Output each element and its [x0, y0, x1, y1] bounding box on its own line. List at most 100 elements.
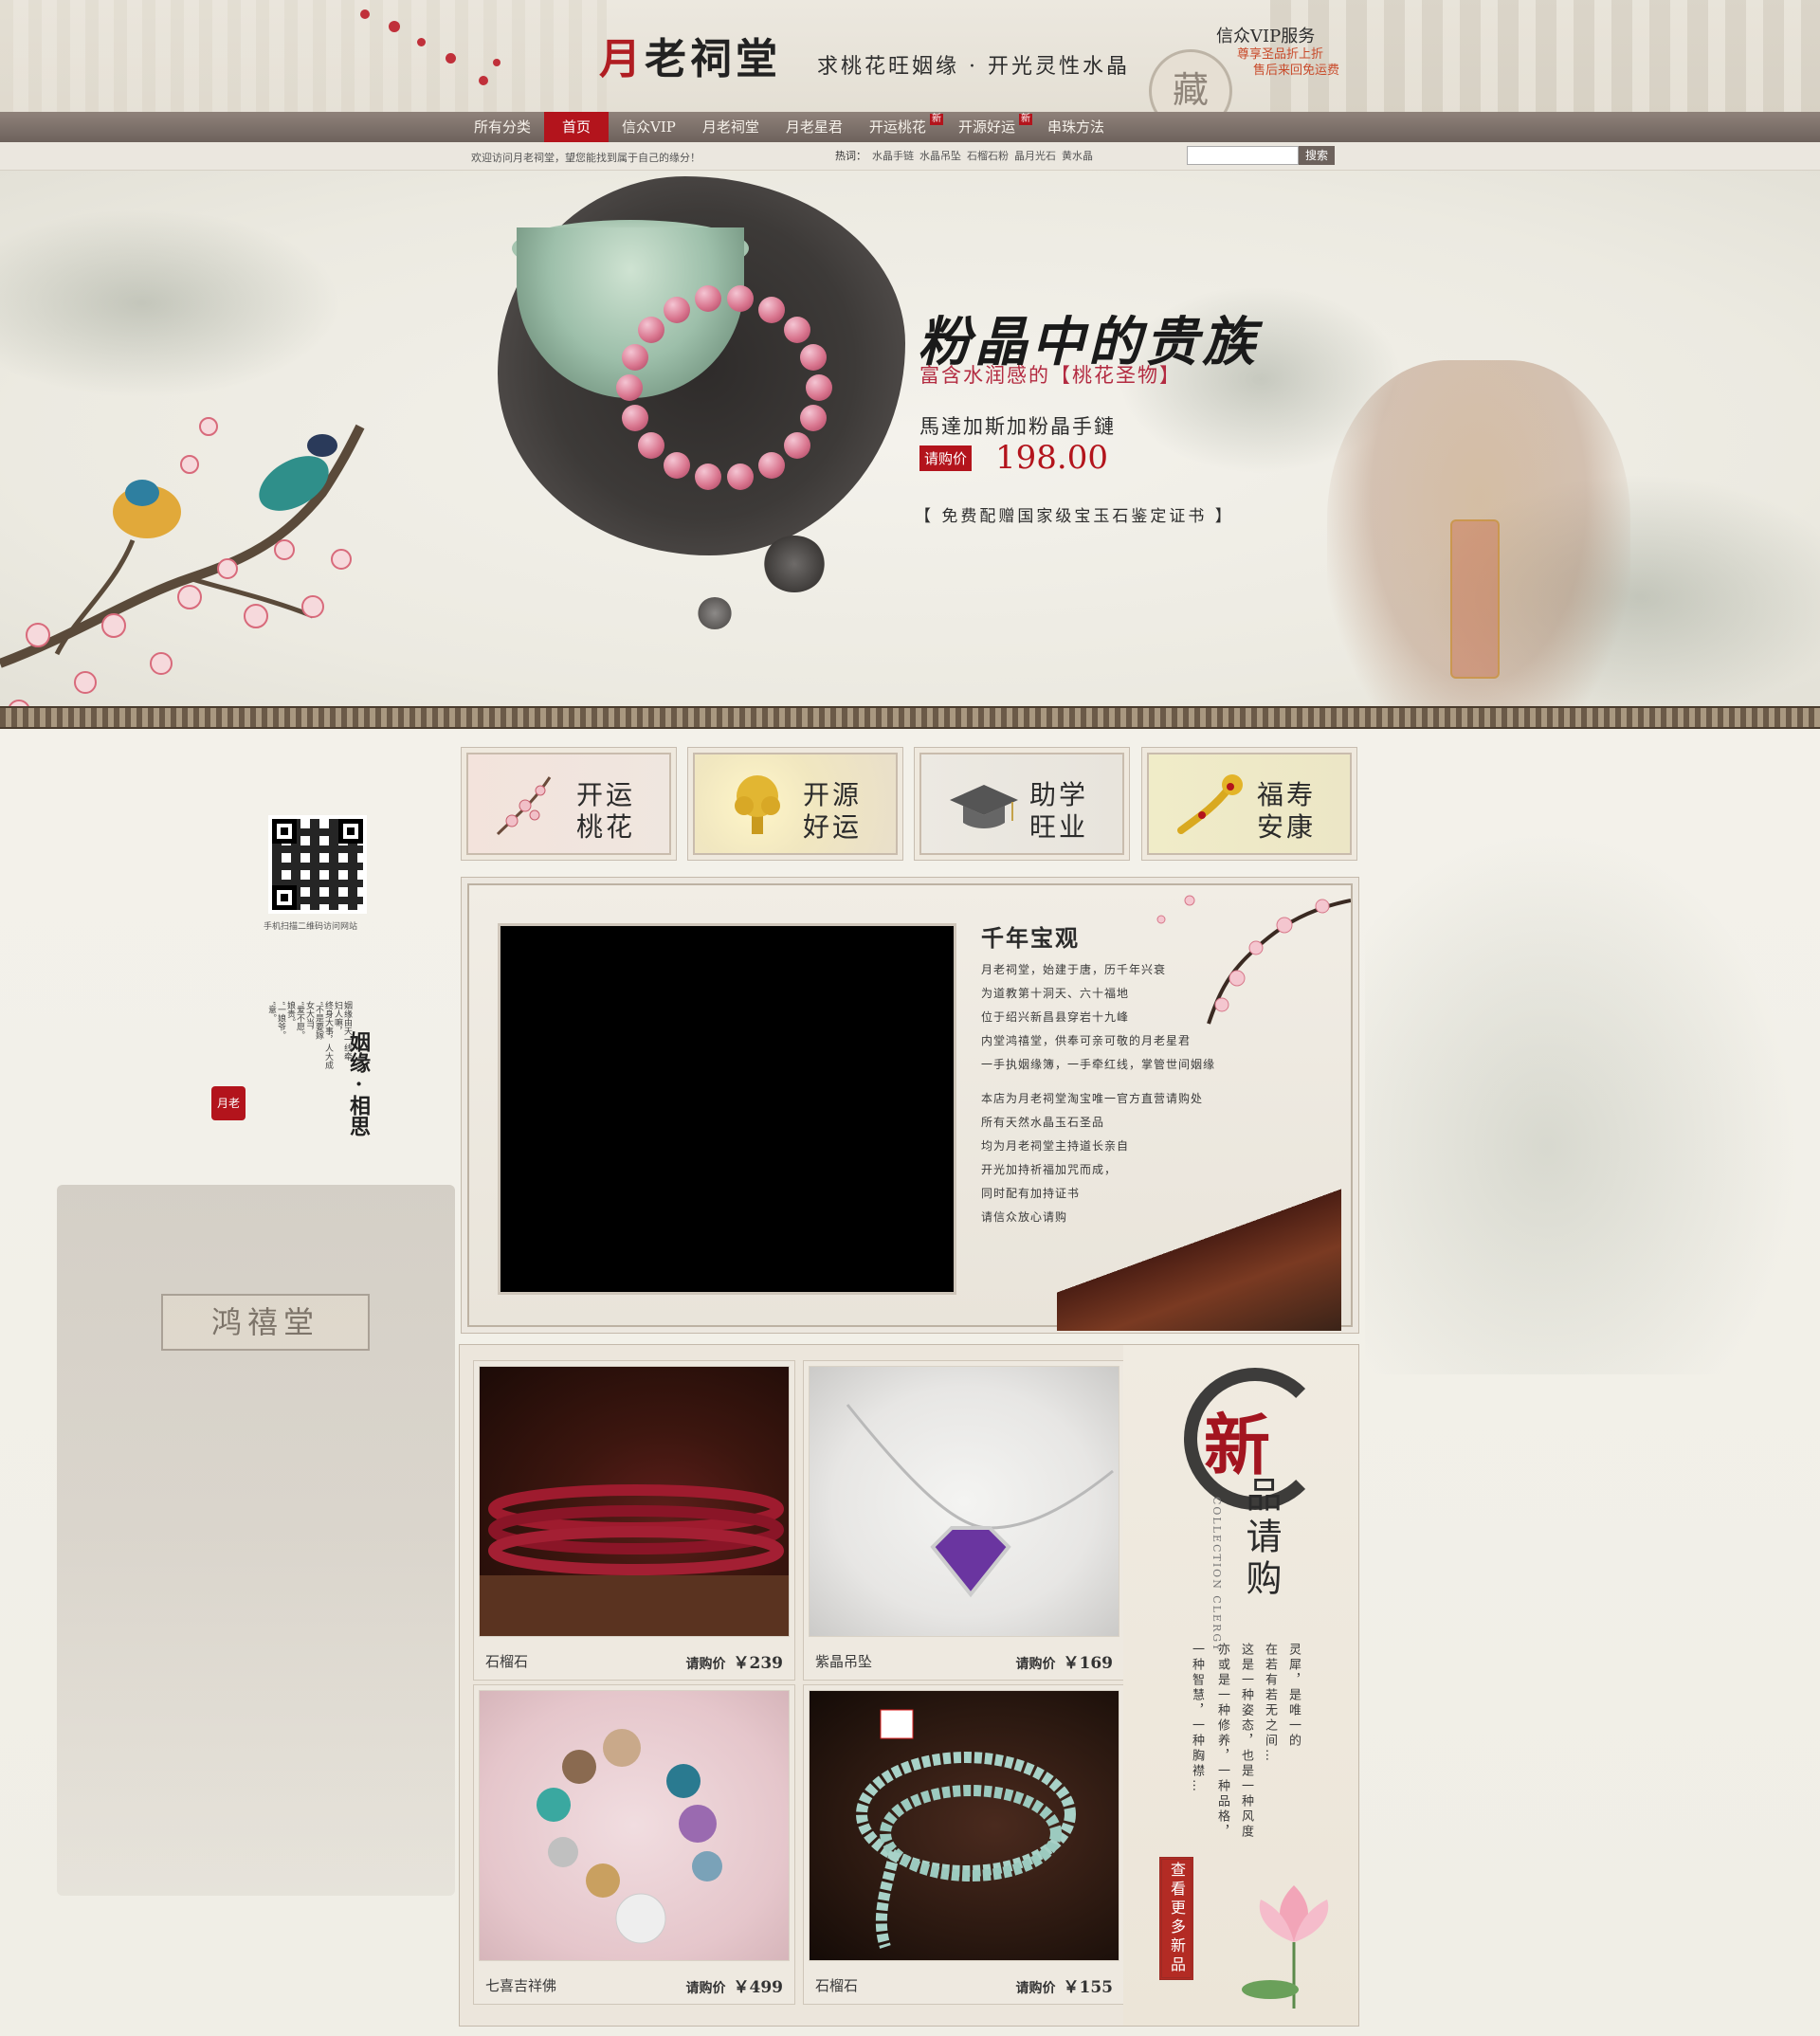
main-nav: 所有分类 首页 信众VIP 月老祠堂 月老星君 开运桃花新 开源好运新 串珠方法: [0, 112, 1820, 142]
product-price: ￥499: [733, 1977, 784, 1997]
aquamarine-beads-illustration: [856, 1709, 1076, 1949]
red-seal-icon: 月老: [211, 1086, 246, 1120]
hot-words-label: 热词：: [835, 150, 866, 162]
nav-item-temple[interactable]: 月老祠堂: [689, 112, 773, 142]
product-name: 石榴石: [815, 1976, 859, 1994]
bracelet-bead: [638, 432, 665, 460]
tile-label: 助学 旺业: [1029, 779, 1088, 844]
graduation-cap-icon: [950, 785, 1018, 828]
tile-label: 开运 桃花: [576, 779, 635, 844]
nav-label: 所有分类: [474, 118, 532, 136]
nav-label: 开源好运: [957, 118, 1015, 136]
header-ornament-left: [0, 0, 607, 112]
hot-word-link[interactable]: 石榴石粉: [967, 148, 1009, 163]
plum-branch-birds-illustration: [0, 417, 365, 707]
product-name: 紫晶吊坠: [815, 1652, 873, 1670]
banner-price-label: 请购价: [919, 445, 973, 471]
category-tile-longevity[interactable]: 福寿 安康: [1141, 747, 1357, 861]
plum-blossom-icon: [479, 76, 488, 85]
category-tile-peach-blossom[interactable]: 开运 桃花: [461, 747, 677, 861]
nav-label: 信众VIP: [622, 118, 676, 136]
money-tree-icon: [735, 775, 780, 834]
new-badge: 新: [1018, 114, 1032, 125]
product-card[interactable]: 七喜吉祥佛 请购价 ￥499: [473, 1684, 795, 2005]
category-tile-study-career[interactable]: 助学 旺业: [914, 747, 1130, 861]
video-player[interactable]: [498, 923, 956, 1295]
heritage-section: 千年宝观 月老祠堂，始建于唐，历千年兴衰 为道教第十洞天、六十福地 位于绍兴新昌…: [461, 877, 1359, 1334]
heritage-text-line: 内堂鸿禧堂，供奉可亲可敬的月老星君: [981, 1034, 1192, 1047]
verse-column: 一种智慧，一种胸襟…: [1190, 1643, 1204, 1794]
nav-item-good-luck[interactable]: 开源好运新: [945, 112, 1034, 142]
hot-word-link[interactable]: 晶月光石: [1014, 148, 1056, 163]
lotus-icon: [1242, 1885, 1329, 2009]
search-input[interactable]: [1187, 146, 1299, 165]
search-button[interactable]: 搜索: [1299, 146, 1335, 165]
price-label: 请购价: [685, 1980, 726, 1996]
verse-column: 在若有若无之间…: [1263, 1643, 1277, 1764]
product-card[interactable]: 石榴石 请购价 ￥155: [803, 1684, 1125, 2005]
site-logo[interactable]: 月老祠堂: [599, 25, 781, 85]
heritage-frame: 千年宝观 月老祠堂，始建于唐，历千年兴衰 为道教第十洞天、六十福地 位于绍兴新昌…: [467, 883, 1353, 1331]
tile-label-line: 好运: [802, 811, 862, 843]
product-meta: 石榴石 请购价 ￥155: [815, 1974, 1114, 1997]
heritage-text-line: 月老祠堂，始建于唐，历千年兴衰: [981, 963, 1167, 976]
verse-column: 亦或是一种修养，一种品格，: [1215, 1643, 1229, 1840]
nav-item-beading-method[interactable]: 串珠方法: [1034, 112, 1118, 142]
heritage-text-line: 本店为月老祠堂淘宝唯一官方直营请购处: [981, 1092, 1204, 1105]
tile-label-line: 开运: [575, 779, 635, 810]
nav-label: 首页: [562, 118, 592, 136]
banner-price: 198.00: [995, 439, 1108, 477]
tile-frame: 开运 桃花: [466, 753, 671, 855]
price-label: 请购价: [685, 1656, 726, 1672]
amethyst-pendant-illustration: [846, 1404, 1114, 1598]
price-label: 请购价: [1015, 1980, 1056, 1996]
ink-drop: [763, 536, 826, 592]
product-price: ￥155: [1063, 1977, 1114, 1997]
heritage-title: 千年宝观: [981, 924, 1080, 952]
tile-label: 福寿 安康: [1257, 779, 1316, 844]
product-photo-garnet-bracelet: [479, 1366, 790, 1637]
nav-label: 开运桃花: [868, 118, 926, 136]
bracelet-bead: [758, 296, 785, 323]
plum-blossom-icon: [493, 59, 500, 66]
product-card[interactable]: 紫晶吊坠 请购价 ￥169: [803, 1360, 1125, 1681]
hot-word-link[interactable]: 水晶吊坠: [919, 148, 961, 163]
product-name: 七喜吉祥佛: [485, 1976, 557, 1994]
ink-drop: [698, 597, 732, 629]
hot-word-link[interactable]: 黄水晶: [1062, 148, 1093, 163]
mountain-decoration: [1365, 806, 1820, 1374]
ruyi-scepter-icon: [1177, 774, 1243, 834]
nav-item-yuelao[interactable]: 月老星君: [773, 112, 856, 142]
banner-bottom-border: [0, 706, 1820, 729]
category-tile-good-fortune[interactable]: 开源 好运: [687, 747, 903, 861]
banner-subtitle: 富含水润感的【桃花圣物】: [919, 364, 1181, 387]
nav-items: 所有分类 首页 信众VIP 月老祠堂 月老星君 开运桃花新 开源好运新 串珠方法: [461, 112, 1118, 142]
tile-label: 开源 好运: [803, 779, 862, 844]
tile-label-line: 助学: [1028, 779, 1088, 810]
bracelet-bead: [799, 405, 827, 432]
product-name: 石榴石: [485, 1652, 529, 1670]
product-card[interactable]: 石榴石 请购价 ￥239: [473, 1360, 795, 1681]
qr-finder: [272, 819, 297, 844]
nav-item-peach-blossom[interactable]: 开运桃花新: [856, 112, 945, 142]
nav-item-home[interactable]: 首页: [544, 112, 610, 142]
plum-blossom-icon: [446, 53, 456, 64]
view-more-new-button[interactable]: 查看更多新品: [1159, 1857, 1193, 1980]
new-heading-rest: 品请购: [1240, 1476, 1282, 1601]
bracelet-bead: [694, 463, 721, 490]
hot-words: 热词： 水晶手链 水晶吊坠 石榴石粉 晶月光石 黄水晶: [835, 148, 1093, 163]
nav-item-vip[interactable]: 信众VIP: [609, 112, 689, 142]
new-products-sidebar: 新 品请购 COLLECTION CLERGY 灵犀，是唯一的 在若有若无之间……: [1123, 1345, 1358, 2026]
tile-label-line: 安康: [1256, 811, 1316, 843]
qr-code[interactable]: [268, 815, 367, 914]
nav-item-all-categories[interactable]: 所有分类: [461, 112, 544, 142]
site-slogan: 求桃花旺姻缘 · 开光灵性水晶: [817, 55, 1130, 79]
hero-banner[interactable]: [0, 171, 1820, 707]
bracelet-bead: [783, 432, 810, 460]
banner-certificate-note: 【 免费配赠国家级宝玉石鉴定证书 】: [915, 507, 1234, 526]
temple-roof-image: [1057, 1151, 1341, 1331]
statue-plaque: [1450, 519, 1500, 679]
hot-word-link[interactable]: 水晶手链: [872, 148, 914, 163]
bracelet-bead: [783, 316, 810, 343]
product-price: ￥169: [1063, 1653, 1114, 1673]
